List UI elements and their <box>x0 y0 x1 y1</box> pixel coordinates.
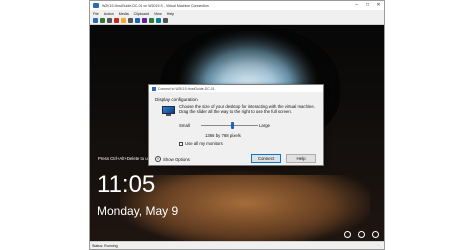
use-all-monitors-checkbox[interactable] <box>179 141 183 146</box>
help-button[interactable]: Help <box>286 154 316 163</box>
dialog-app-icon <box>152 86 156 91</box>
slider-thumb[interactable] <box>231 122 234 129</box>
lock-screen-date: Monday, May 9 <box>97 204 179 218</box>
pause-icon[interactable] <box>128 18 133 23</box>
title-bar: W2K19-HostGuide-DC-01 on W2019-S - Virtu… <box>90 1 384 10</box>
chevron-down-icon: ˅ <box>155 156 161 162</box>
revert-icon[interactable] <box>149 18 154 23</box>
status-bar: Status: Running ⋱ <box>90 241 384 249</box>
show-options-label: Show Options <box>163 156 190 162</box>
maximize-icon[interactable]: □ <box>362 1 373 10</box>
window-controls: – □ ✕ <box>351 1 384 10</box>
dialog-title-bar: Connect to W2K19-HostGuide-DC-01 <box>149 85 323 92</box>
window-title: W2K19-HostGuide-DC-01 on W2019-S - Virtu… <box>102 3 209 8</box>
accessibility-icon[interactable] <box>358 231 365 238</box>
slider-large-label: Large <box>259 123 270 128</box>
checkpoint-icon[interactable] <box>142 18 147 23</box>
ctrl-alt-del-icon[interactable] <box>93 18 98 23</box>
turn-off-icon[interactable] <box>107 18 112 23</box>
lock-screen-time: 11:05 <box>97 171 156 198</box>
vm-connect-app-icon <box>93 3 99 8</box>
connect-button[interactable]: Connect <box>251 154 281 163</box>
slider-small-label: Small <box>179 123 190 128</box>
section-heading: Display configuration <box>155 97 198 102</box>
resize-grip-icon[interactable]: ⋱ <box>377 243 382 248</box>
dialog-title: Connect to W2K19-HostGuide-DC-01 <box>158 86 215 91</box>
display-configuration-dialog: Connect to W2K19-HostGuide-DC-01 Display… <box>148 84 324 166</box>
resolution-value: 1366 by 768 pixels <box>205 133 241 138</box>
shutdown-icon[interactable] <box>114 18 119 23</box>
start-icon[interactable] <box>100 18 105 23</box>
save-icon[interactable] <box>121 18 126 23</box>
menu-help[interactable]: Help <box>167 12 174 16</box>
network-icon[interactable] <box>344 231 351 238</box>
menu-file[interactable]: File <box>93 12 99 16</box>
toolbar <box>90 17 384 25</box>
show-options-toggle[interactable]: ˅ Show Options <box>155 156 190 162</box>
menu-view[interactable]: View <box>154 12 162 16</box>
use-all-monitors-option[interactable]: Use all my monitors <box>179 141 223 146</box>
vm-status: Status: Running <box>92 243 118 248</box>
menu-clipboard[interactable]: Clipboard <box>134 12 149 16</box>
power-icon[interactable] <box>372 231 379 238</box>
enhanced-session-icon[interactable] <box>156 18 161 23</box>
menu-action[interactable]: Action <box>104 12 114 16</box>
lock-screen-tray <box>337 231 379 238</box>
share-icon[interactable] <box>163 18 168 23</box>
slider-track <box>201 125 258 126</box>
use-all-monitors-label: Use all my monitors <box>185 141 223 146</box>
minimize-icon[interactable]: – <box>351 1 362 10</box>
display-description: Choose the size of your desktop for inte… <box>179 104 315 115</box>
menu-media[interactable]: Media <box>119 12 129 16</box>
reset-icon[interactable] <box>135 18 140 23</box>
monitor-icon <box>162 106 175 116</box>
menu-bar: File Action Media Clipboard View Help <box>90 10 384 17</box>
resolution-slider[interactable] <box>201 122 258 129</box>
close-icon[interactable]: ✕ <box>373 1 384 10</box>
